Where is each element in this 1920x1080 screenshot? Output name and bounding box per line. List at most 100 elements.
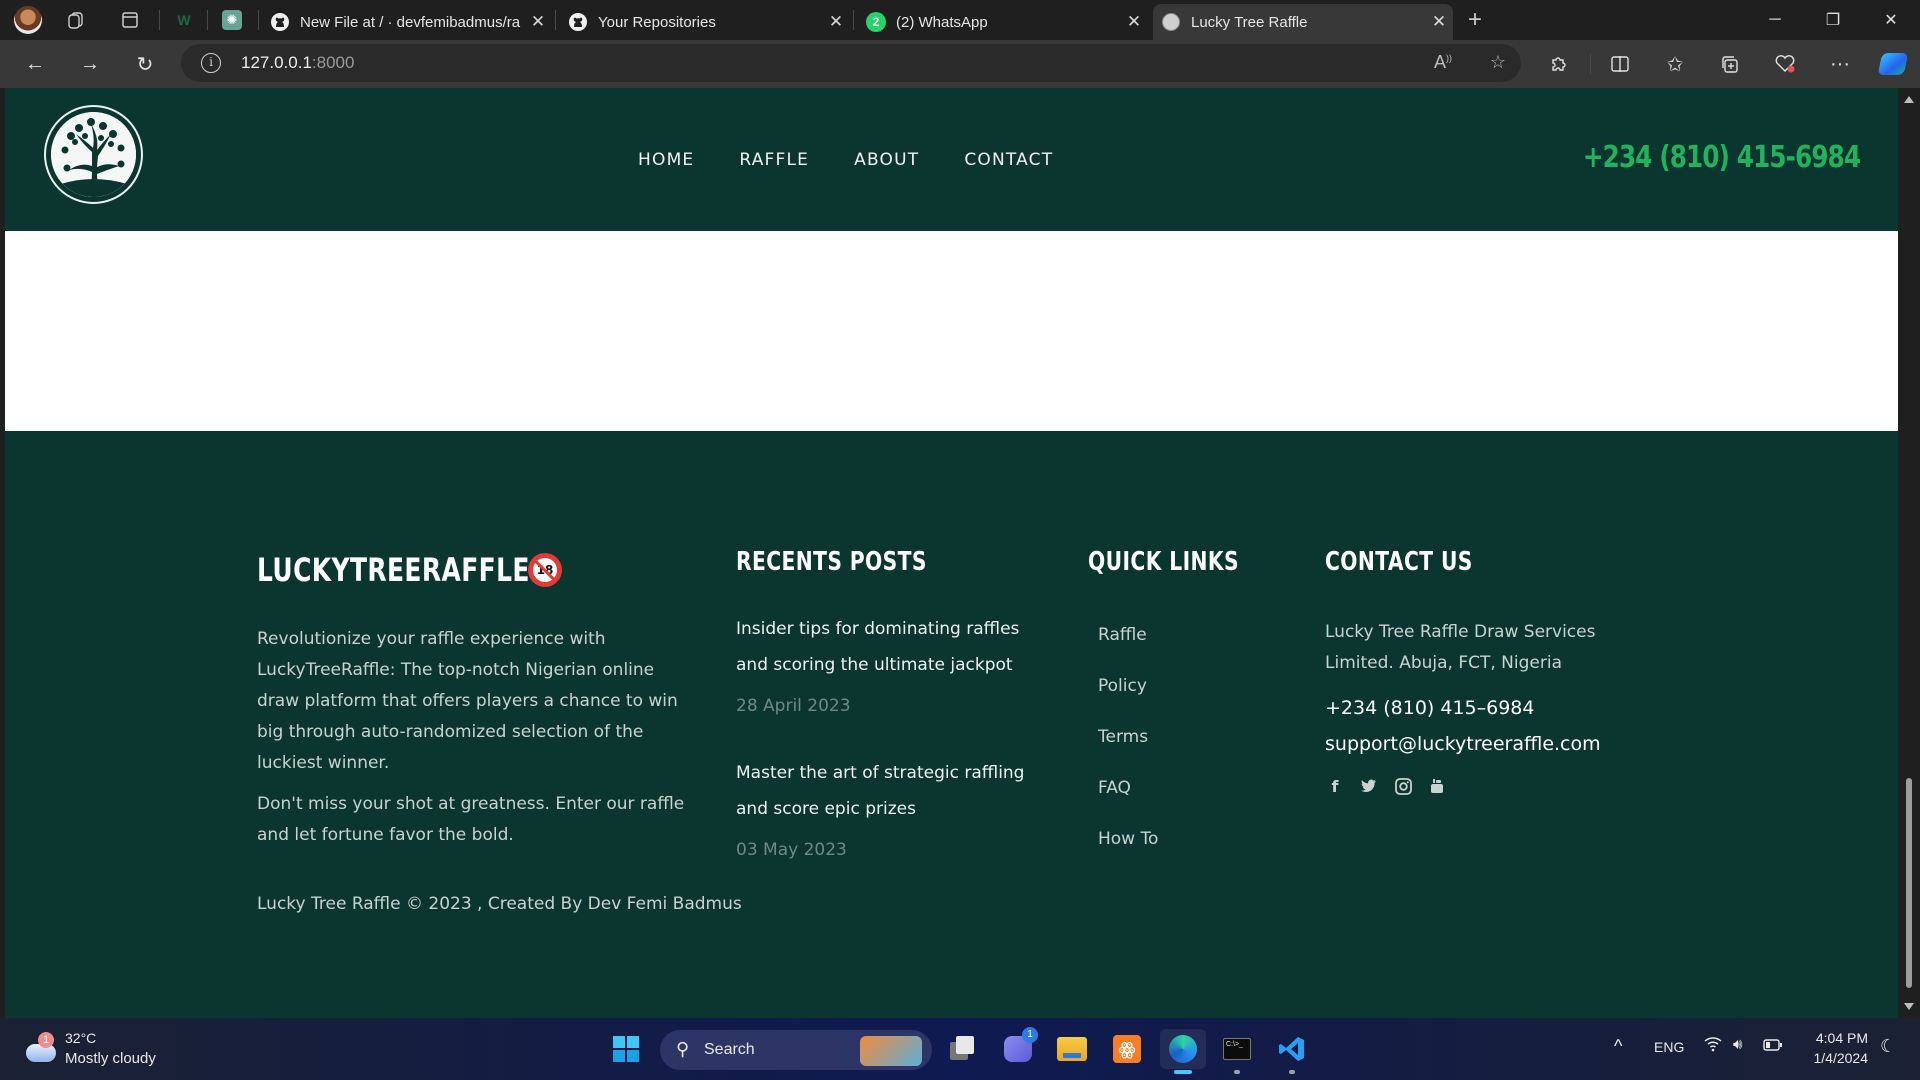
close-window-button[interactable]: ✕: [1868, 6, 1914, 34]
scrollbar-thumb[interactable]: [1906, 778, 1912, 988]
nav-about[interactable]: ABOUT: [854, 150, 919, 170]
site-header: HOME RAFFLE ABOUT CONTACT +234 (810) 415…: [5, 88, 1898, 231]
input-language[interactable]: ENG: [1654, 1039, 1684, 1055]
show-hidden-icons-chevron-up-icon[interactable]: ^: [1614, 1036, 1622, 1057]
file-explorer-button[interactable]: [1052, 1029, 1092, 1069]
quick-link-policy[interactable]: Policy: [1098, 675, 1158, 726]
tab-lucky-tree-raffle[interactable]: Lucky Tree Raffle ✕: [1153, 4, 1453, 40]
browser-essentials-icon[interactable]: [1770, 50, 1800, 78]
weather-temp: 32°C: [65, 1030, 97, 1046]
site-logo[interactable]: [44, 105, 143, 204]
favorites-icon[interactable]: ✩: [1660, 50, 1690, 78]
age-restriction-18-icon: 18: [528, 553, 562, 587]
github-icon: [568, 12, 588, 32]
contact-address: Lucky Tree Raffle Draw Services Limited.…: [1325, 622, 1596, 673]
extensions-icon[interactable]: [1543, 50, 1573, 78]
recent-post-title-link[interactable]: Insider tips for dominating raffles and …: [736, 611, 1046, 683]
split-screen-icon[interactable]: [1605, 50, 1635, 78]
site-footer: LUCKYTREERAFFLE 18 Revolutionize your ra…: [5, 431, 1898, 1018]
contact-phone[interactable]: +234 (810) 415–6984: [1325, 693, 1534, 724]
tree-favicon: [1161, 12, 1181, 32]
footer-cta-paragraph: Don't miss your shot at greatness. Enter…: [257, 794, 685, 845]
battery-icon[interactable]: [1763, 1038, 1783, 1055]
site-info-icon[interactable]: i: [201, 53, 221, 73]
contact-us-heading: CONTACT US: [1325, 547, 1473, 577]
instagram-icon[interactable]: [1393, 776, 1413, 796]
contact-email[interactable]: support@luckytreeraffle.com: [1325, 729, 1601, 760]
youtube-icon[interactable]: [1427, 776, 1447, 796]
close-tab-icon[interactable]: ✕: [1120, 12, 1148, 32]
task-view-button[interactable]: [943, 1029, 983, 1069]
start-button[interactable]: [606, 1029, 646, 1069]
close-tab-icon[interactable]: ✕: [1425, 12, 1453, 32]
twitter-icon[interactable]: [1359, 776, 1379, 796]
nav-raffle[interactable]: RAFFLE: [739, 150, 809, 170]
copilot-icon[interactable]: [1877, 50, 1909, 78]
quick-links-list: Raffle Policy Terms FAQ How To: [1098, 624, 1158, 879]
page-scrollbar[interactable]: [1898, 88, 1920, 1018]
scroll-down-arrow-icon[interactable]: [1904, 1003, 1914, 1010]
tab-actions-icon[interactable]: [118, 8, 142, 32]
taskbar-search[interactable]: ⚲ Search: [660, 1030, 932, 1070]
tab-your-repositories[interactable]: Your Repositories ✕: [560, 4, 850, 40]
url-text[interactable]: 127.0.0.1:8000: [241, 53, 354, 73]
windows-taskbar: 1 32°C Mostly cloudy ⚲ Search 1 ꙮ C:\>_ …: [0, 1018, 1920, 1080]
refresh-button[interactable]: ↻: [130, 50, 160, 78]
workspaces-icon[interactable]: [64, 8, 88, 32]
terminal-button[interactable]: C:\>_: [1217, 1029, 1257, 1074]
quick-link-how-to[interactable]: How To: [1098, 828, 1158, 879]
forward-button[interactable]: →: [75, 50, 105, 78]
tab-whatsapp[interactable]: 2 (2) WhatsApp ✕: [858, 4, 1148, 40]
vscode-button[interactable]: [1272, 1029, 1312, 1074]
weather-condition: Mostly cloudy: [65, 1050, 156, 1067]
nav-contact[interactable]: CONTACT: [964, 150, 1053, 170]
footer-brand-title: LUCKYTREERAFFLE: [257, 551, 530, 589]
nav-home[interactable]: HOME: [638, 150, 694, 170]
footer-about-paragraph: Revolutionize your raffle experience wit…: [257, 629, 678, 773]
w3schools-pinned-tab-icon[interactable]: W: [172, 8, 196, 32]
wifi-icon[interactable]: [1704, 1036, 1722, 1057]
clock-time[interactable]: 4:04 PM: [1808, 1030, 1868, 1046]
favorite-star-icon[interactable]: ☆: [1486, 52, 1510, 74]
more-menu-icon[interactable]: ···: [1825, 50, 1855, 78]
volume-icon[interactable]: 🔊︎: [1733, 1036, 1742, 1053]
quick-link-terms[interactable]: Terms: [1098, 726, 1158, 777]
quick-link-faq[interactable]: FAQ: [1098, 777, 1158, 828]
tree-logo-icon: [51, 112, 136, 197]
teams-badge: 1: [1022, 1027, 1038, 1043]
new-tab-button[interactable]: +: [1463, 6, 1487, 33]
close-tab-icon[interactable]: ✕: [524, 12, 552, 32]
facebook-icon[interactable]: f: [1325, 776, 1345, 796]
browser-tab-strip: W ✺ New File at / · devfemibadmus/ra ✕ Y…: [0, 0, 1920, 40]
clock-date[interactable]: 1/4/2024: [1808, 1050, 1869, 1066]
recent-post: Insider tips for dominating raffles and …: [736, 611, 1046, 722]
tab-new-file[interactable]: New File at / · devfemibadmus/ra ✕: [262, 4, 552, 40]
weather-widget[interactable]: 1: [24, 1032, 58, 1066]
github-icon: [270, 12, 290, 32]
footer-copyright: Lucky Tree Raffle © 2023 , Created By De…: [257, 894, 742, 914]
minimize-button[interactable]: ─: [1752, 6, 1798, 34]
quick-link-raffle[interactable]: Raffle: [1098, 624, 1158, 675]
main-nav: HOME RAFFLE ABOUT CONTACT: [638, 150, 1098, 170]
profile-avatar[interactable]: [14, 6, 42, 34]
focus-assist-moon-icon[interactable]: ☾: [1880, 1036, 1896, 1057]
chatgpt-pinned-tab-icon[interactable]: ✺: [220, 8, 244, 32]
xampp-button[interactable]: ꙮ: [1107, 1029, 1147, 1069]
recent-post-date: 28 April 2023: [736, 696, 851, 716]
scroll-up-arrow-icon[interactable]: [1904, 96, 1914, 103]
page-viewport: HOME RAFFLE ABOUT CONTACT +234 (810) 415…: [5, 88, 1898, 1018]
recent-post-title-link[interactable]: Master the art of strategic raffling and…: [736, 755, 1046, 827]
address-bar[interactable]: i 127.0.0.1:8000 A)) ☆: [181, 44, 1521, 82]
restore-button[interactable]: ❐: [1810, 6, 1856, 34]
close-tab-icon[interactable]: ✕: [822, 12, 850, 32]
recent-post-date: 03 May 2023: [736, 840, 847, 860]
teams-chat-button[interactable]: 1: [998, 1027, 1038, 1069]
header-phone-number[interactable]: +234 (810) 415-6984: [1583, 140, 1861, 175]
edge-browser-button[interactable]: [1160, 1029, 1206, 1074]
recent-post: Master the art of strategic raffling and…: [736, 755, 1046, 866]
back-button[interactable]: ←: [20, 50, 50, 78]
read-aloud-icon[interactable]: A)): [1431, 52, 1455, 74]
collections-icon[interactable]: [1715, 50, 1745, 78]
weather-badge: 1: [38, 1032, 54, 1048]
page-content-area: [5, 231, 1898, 431]
